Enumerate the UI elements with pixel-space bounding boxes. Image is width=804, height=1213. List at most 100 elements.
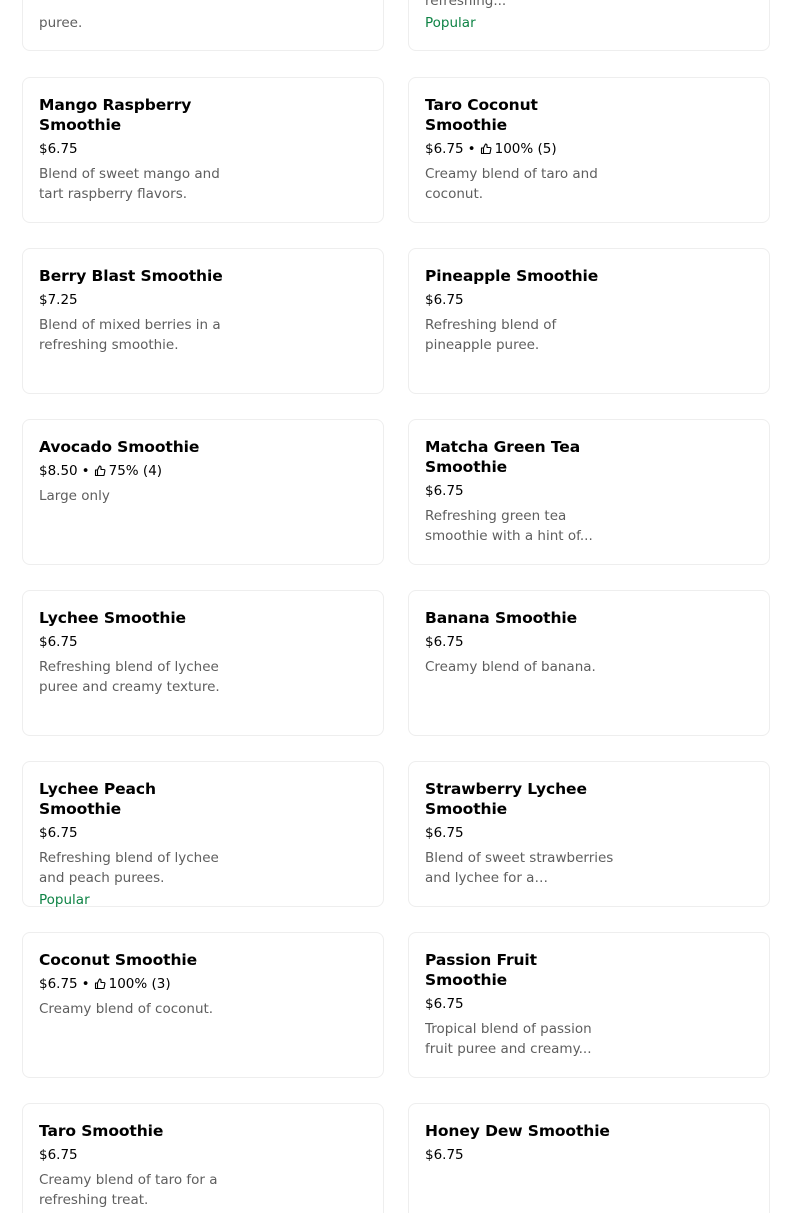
item-description: Creamy blend of taro and coconut.: [425, 166, 598, 202]
menu-item-info: Banana Smoothie $6.75 Creamy blend of bana…: [425, 608, 615, 677]
menu-item-info: puree.: [39, 7, 235, 33]
menu-item-card[interactable]: to a smooth and refreshing... Popular: [408, 0, 770, 51]
popular-badge: Popular: [425, 15, 476, 31]
menu-item-info: Taro Coconut Smoothie $6.75 • 100% (5) Cream…: [425, 95, 615, 204]
menu-item-info: Lychee Peach Smoothie $6.75 Refreshing ble…: [39, 779, 235, 910]
item-name: Lychee Peach Smoothie: [39, 780, 156, 818]
meta-separator: •: [81, 976, 90, 992]
menu-item-card[interactable]: Banana Smoothie $6.75 Creamy blend of bana…: [408, 590, 770, 736]
item-price: $6.75: [39, 976, 78, 992]
menu-item-info: Lychee Smoothie $6.75 Refreshing blend of …: [39, 608, 235, 697]
menu-item-card[interactable]: Berry Blast Smoothie $7.25 Blend of mixed …: [22, 248, 384, 394]
menu-item-info: Berry Blast Smoothie $7.25 Blend of mixed …: [39, 266, 235, 355]
menu-item-card[interactable]: Coconut Smoothie $6.75 • 100% (3) Creamy ble…: [22, 932, 384, 1078]
menu-item-info: to a smooth and refreshing... Popular: [425, 0, 615, 33]
item-price: $6.75: [425, 634, 464, 650]
item-meta: $6.75 • 100% (3): [39, 975, 235, 993]
item-meta: $6.75: [425, 1146, 615, 1164]
menu-item-card[interactable]: Mango Raspberry Smoothie $6.75 Blend of sw…: [22, 77, 384, 223]
item-name: Strawberry Lychee Smoothie: [425, 780, 587, 818]
item-meta: $8.50 • 75% (4): [39, 462, 235, 480]
menu-item-info: Strawberry Lychee Smoothie $6.75 Blend of …: [425, 779, 615, 888]
menu-item-info: Honey Dew Smoothie $6.75: [425, 1121, 615, 1164]
menu-item-info: Mango Raspberry Smoothie $6.75 Blend of sw…: [39, 95, 235, 204]
item-name: Coconut Smoothie: [39, 951, 198, 969]
item-name: Mango Raspberry Smoothie: [39, 96, 192, 134]
item-name: Berry Blast Smoothie: [39, 267, 223, 285]
item-meta: $6.75: [425, 482, 615, 500]
item-name: Pineapple Smoothie: [425, 267, 599, 285]
menu-item-info: Coconut Smoothie $6.75 • 100% (3) Creamy ble…: [39, 950, 235, 1019]
menu-item-card[interactable]: puree.: [22, 0, 384, 51]
item-price: $6.75: [39, 1147, 78, 1163]
item-description: Refreshing blend of lychee and peach pur…: [39, 850, 219, 886]
menu-item-info: Passion Fruit Smoothie $6.75 Tropical blen…: [425, 950, 615, 1059]
item-rating: 100% (3): [108, 976, 171, 992]
item-meta: $6.75: [39, 824, 235, 842]
item-meta: $6.75: [39, 140, 235, 158]
menu-item-card[interactable]: Pineapple Smoothie $6.75 Refreshing blend …: [408, 248, 770, 394]
item-meta: $6.75: [425, 291, 615, 309]
item-meta: $6.75: [425, 995, 615, 1013]
item-name: Lychee Smoothie: [39, 609, 186, 627]
thumbs-up-icon: [480, 143, 492, 155]
item-meta: $6.75: [425, 824, 615, 842]
menu-item-card[interactable]: Matcha Green Tea Smoothie $6.75 Refreshing…: [408, 419, 770, 565]
item-description: to a smooth and refreshing...: [425, 0, 507, 9]
item-price: $6.75: [39, 634, 78, 650]
item-description: Blend of mixed berries in a refreshing s…: [39, 317, 221, 353]
menu-item-card[interactable]: Lychee Peach Smoothie $6.75 Refreshing ble…: [22, 761, 384, 910]
item-rating: 100% (5): [494, 141, 557, 157]
item-price: $7.25: [39, 292, 78, 308]
item-name: Matcha Green Tea Smoothie: [425, 438, 581, 476]
item-name: Taro Smoothie: [39, 1122, 164, 1140]
item-description: Creamy blend of coconut.: [39, 1001, 214, 1017]
menu-item-card[interactable]: Strawberry Lychee Smoothie $6.75 Blend of …: [408, 761, 770, 907]
item-description: Tropical blend of passion fruit puree an…: [425, 1021, 592, 1057]
item-description: puree.: [39, 15, 83, 31]
item-price: $6.75: [425, 1147, 464, 1163]
menu-item-card[interactable]: Avocado Smoothie $8.50 • 75% (4) Large only: [22, 419, 384, 565]
item-price: $6.75: [39, 825, 78, 841]
item-price: $6.75: [425, 483, 464, 499]
menu-item-info: Avocado Smoothie $8.50 • 75% (4) Large only: [39, 437, 235, 506]
item-meta: $6.75: [425, 633, 615, 651]
item-description: Refreshing blend of pineapple puree.: [425, 317, 557, 353]
menu-grid: puree. to a smooth and refreshing... Pop…: [0, 0, 804, 1213]
item-rating: 75% (4): [108, 463, 163, 479]
item-price: $6.75: [425, 292, 464, 308]
menu-item-card[interactable]: Taro Smoothie $6.75 Creamy blend of taro f…: [22, 1103, 384, 1213]
item-meta: $7.25: [39, 291, 235, 309]
thumbs-up-icon: [94, 465, 106, 477]
meta-separator: •: [467, 141, 476, 157]
item-description: Refreshing blend of lychee puree and cre…: [39, 659, 220, 695]
item-meta: $6.75: [39, 1146, 235, 1164]
item-description: Creamy blend of taro for a refreshing tr…: [39, 1172, 218, 1208]
item-price: $8.50: [39, 463, 78, 479]
menu-item-card[interactable]: Passion Fruit Smoothie $6.75 Tropical blen…: [408, 932, 770, 1078]
thumbs-up-icon: [94, 978, 106, 990]
menu-item-info: Taro Smoothie $6.75 Creamy blend of taro f…: [39, 1121, 235, 1210]
item-description: Refreshing green tea smoothie with a hin…: [425, 508, 593, 544]
item-description: Blend of sweet strawberries and lychee f…: [425, 850, 614, 886]
meta-separator: •: [81, 463, 90, 479]
item-price: $6.75: [425, 141, 464, 157]
menu-item-card[interactable]: Taro Coconut Smoothie $6.75 • 100% (5) Cream…: [408, 77, 770, 223]
item-price: $6.75: [39, 141, 78, 157]
item-description: Large only: [39, 488, 110, 504]
item-meta: $6.75 • 100% (5): [425, 140, 615, 158]
item-name: Banana Smoothie: [425, 609, 578, 627]
item-name: Honey Dew Smoothie: [425, 1122, 610, 1140]
item-price: $6.75: [425, 996, 464, 1012]
menu-item-info: Matcha Green Tea Smoothie $6.75 Refreshing…: [425, 437, 615, 546]
menu-item-card[interactable]: Lychee Smoothie $6.75 Refreshing blend of …: [22, 590, 384, 736]
item-description: Creamy blend of banana.: [425, 659, 596, 675]
item-name: Taro Coconut Smoothie: [425, 96, 538, 134]
popular-badge: Popular: [39, 892, 90, 908]
menu-item-card[interactable]: Honey Dew Smoothie $6.75: [408, 1103, 770, 1213]
item-name: Avocado Smoothie: [39, 438, 200, 456]
menu-item-info: Pineapple Smoothie $6.75 Refreshing blend …: [425, 266, 615, 355]
item-description: Blend of sweet mango and tart raspberry …: [39, 166, 220, 202]
item-meta: $6.75: [39, 633, 235, 651]
item-price: $6.75: [425, 825, 464, 841]
